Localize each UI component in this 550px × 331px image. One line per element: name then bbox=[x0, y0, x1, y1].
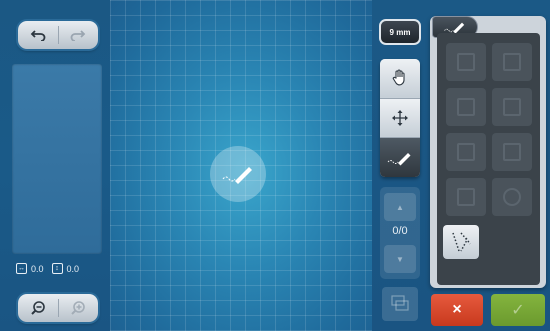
stitch-width-button[interactable]: 9 mm bbox=[379, 19, 421, 45]
coordinates-readout: ↔ 0.0 ↕ 0.0 bbox=[16, 263, 87, 274]
hand-tool-button[interactable] bbox=[380, 59, 420, 97]
ok-button[interactable]: ✓ bbox=[491, 294, 545, 326]
stitch-line-icon bbox=[387, 152, 411, 165]
stitch-type-2-icon bbox=[503, 53, 521, 71]
coord-x-value: 0.0 bbox=[31, 263, 44, 274]
stitch-type-button-6[interactable] bbox=[492, 133, 532, 171]
zoom-group bbox=[18, 294, 98, 322]
zoom-in-icon bbox=[71, 301, 85, 315]
stitch-line-icon bbox=[222, 167, 252, 184]
left-panel: ↔ 0.0 ↕ 0.0 bbox=[0, 0, 110, 331]
zoom-out-button[interactable] bbox=[18, 294, 58, 322]
line-style-button[interactable] bbox=[443, 225, 479, 259]
coord-y-value: 0.0 bbox=[66, 263, 80, 274]
stitch-type-button-8[interactable] bbox=[492, 178, 532, 216]
canvas-stitch-indicator bbox=[210, 146, 266, 202]
vertical-position-icon: ↕ bbox=[51, 263, 63, 274]
stitch-type-4-icon bbox=[503, 98, 521, 116]
draw-line-tool-button[interactable] bbox=[380, 137, 420, 177]
page-up-button[interactable]: ▲ bbox=[384, 193, 416, 221]
stitch-type-button-3[interactable] bbox=[446, 88, 486, 126]
page-navigator: ▲ 0/0 ▼ bbox=[380, 187, 420, 279]
triangle-up-icon: ▲ bbox=[396, 202, 404, 212]
page-counter: 0/0 bbox=[392, 225, 408, 237]
zoom-in-button[interactable] bbox=[58, 294, 98, 322]
stitch-line-icon bbox=[444, 22, 465, 34]
line-properties-grid bbox=[437, 33, 540, 285]
check-icon: ✓ bbox=[511, 302, 525, 319]
horizontal-position-icon: ↔ bbox=[16, 263, 27, 274]
layer-icon bbox=[391, 295, 409, 311]
move-arrows-icon bbox=[392, 109, 408, 126]
undo-redo-group bbox=[18, 21, 98, 49]
close-icon: × bbox=[452, 301, 462, 318]
layer-tool-button[interactable] bbox=[382, 287, 418, 321]
stitch-type-5-icon bbox=[457, 143, 475, 161]
stitch-type-button-5[interactable] bbox=[446, 133, 486, 171]
preview-thumbnail bbox=[12, 64, 102, 254]
hand-icon bbox=[392, 69, 405, 86]
zoom-out-icon bbox=[31, 301, 45, 315]
stitch-type-6-icon bbox=[503, 143, 521, 161]
stitch-type-button-2[interactable] bbox=[492, 43, 532, 81]
undo-button[interactable] bbox=[18, 21, 58, 49]
move-tool-button[interactable] bbox=[380, 98, 420, 136]
tool-column: 9 mm ▲ 0/0 ▼ bbox=[372, 0, 428, 331]
cancel-button[interactable]: × bbox=[431, 294, 483, 326]
page-down-button[interactable]: ▼ bbox=[384, 245, 416, 273]
redo-icon bbox=[70, 30, 86, 41]
right-panel bbox=[428, 0, 550, 331]
stitch-type-button-4[interactable] bbox=[492, 88, 532, 126]
dotted-line-icon bbox=[452, 232, 471, 252]
undo-icon bbox=[30, 30, 46, 41]
stitch-type-button-1[interactable] bbox=[446, 43, 486, 81]
stitch-width-label: 9 mm bbox=[389, 27, 411, 37]
embroidery-canvas[interactable] bbox=[110, 0, 372, 331]
triangle-down-icon: ▼ bbox=[396, 254, 404, 264]
stitch-type-8-icon bbox=[503, 188, 521, 206]
stitch-type-3-icon bbox=[457, 98, 475, 116]
stitch-type-1-icon bbox=[457, 53, 475, 71]
redo-button[interactable] bbox=[58, 21, 98, 49]
stitch-type-button-7[interactable] bbox=[446, 178, 486, 216]
tool-mode-stack bbox=[380, 59, 420, 177]
stitch-type-7-icon bbox=[457, 188, 475, 206]
